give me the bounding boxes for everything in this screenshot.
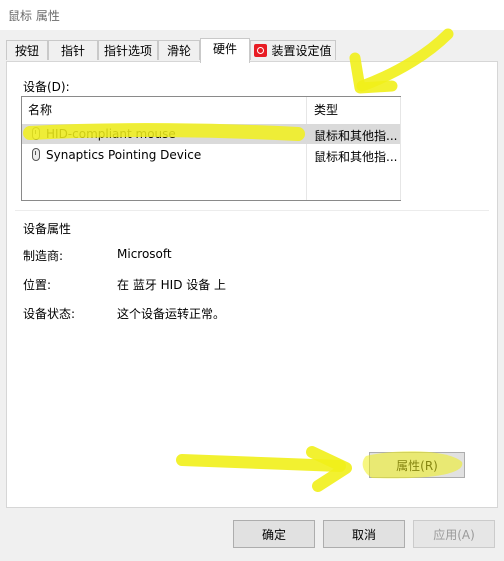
mouse-icon: [32, 127, 40, 140]
list-header: 名称 类型: [22, 97, 400, 119]
column-divider: [400, 97, 401, 200]
device-name: HID-compliant mouse: [46, 127, 176, 141]
tab-device-settings[interactable]: 装置设定值: [250, 40, 336, 60]
status-label: 设备状态:: [23, 307, 76, 321]
tab-label: 硬件: [212, 42, 237, 56]
tab-label: 指针选项: [103, 44, 152, 58]
tab-wheel[interactable]: 滑轮: [158, 40, 200, 60]
tab-label: 指针: [60, 44, 85, 58]
cancel-button[interactable]: 取消: [323, 520, 405, 548]
ok-button[interactable]: 确定: [233, 520, 315, 548]
device-type: 鼠标和其他指...: [314, 150, 398, 164]
tab-buttons[interactable]: 按钮: [6, 40, 48, 60]
device-type: 鼠标和其他指...: [314, 129, 398, 143]
tab-pointer[interactable]: 指针: [48, 40, 98, 60]
tab-hardware[interactable]: 硬件: [200, 38, 250, 63]
location-value: 在 蓝牙 HID 设备 上: [117, 278, 227, 292]
location-label: 位置:: [23, 278, 52, 292]
devices-label: 设备(D):: [23, 80, 70, 94]
tab-label: 滑轮: [166, 44, 191, 58]
synaptics-icon: [254, 44, 268, 57]
apply-button[interactable]: 应用(A): [413, 520, 495, 548]
status-value: 这个设备运转正常。: [117, 307, 226, 321]
column-header-type[interactable]: 类型: [314, 101, 338, 118]
tab-pointer-options[interactable]: 指针选项: [98, 40, 158, 60]
properties-button[interactable]: 属性(R): [369, 452, 465, 478]
device-name: Synaptics Pointing Device: [46, 148, 202, 162]
hardware-tab-panel: 设备(D): 名称 类型 HID-compliant mouse 鼠标和其他指.…: [6, 61, 498, 508]
device-properties-title: 设备属性: [23, 222, 72, 236]
list-item[interactable]: Synaptics Pointing Device 鼠标和其他指...: [22, 145, 400, 165]
tab-label: 装置设定值: [271, 44, 332, 58]
column-header-name[interactable]: 名称: [28, 101, 52, 118]
window-title: 鼠标 属性: [8, 9, 60, 23]
manufacturer-value: Microsoft: [117, 247, 172, 261]
tab-bar: 按钮 指针 指针选项 滑轮 硬件 装置设定值: [0, 38, 504, 63]
tab-label: 按钮: [14, 44, 39, 58]
device-list[interactable]: 名称 类型 HID-compliant mouse 鼠标和其他指... Syna…: [21, 96, 401, 201]
title-bar: 鼠标 属性: [0, 0, 504, 30]
group-divider: [15, 210, 489, 211]
mouse-icon: [32, 148, 40, 161]
manufacturer-label: 制造商:: [23, 249, 64, 263]
list-item[interactable]: HID-compliant mouse 鼠标和其他指...: [22, 124, 400, 144]
